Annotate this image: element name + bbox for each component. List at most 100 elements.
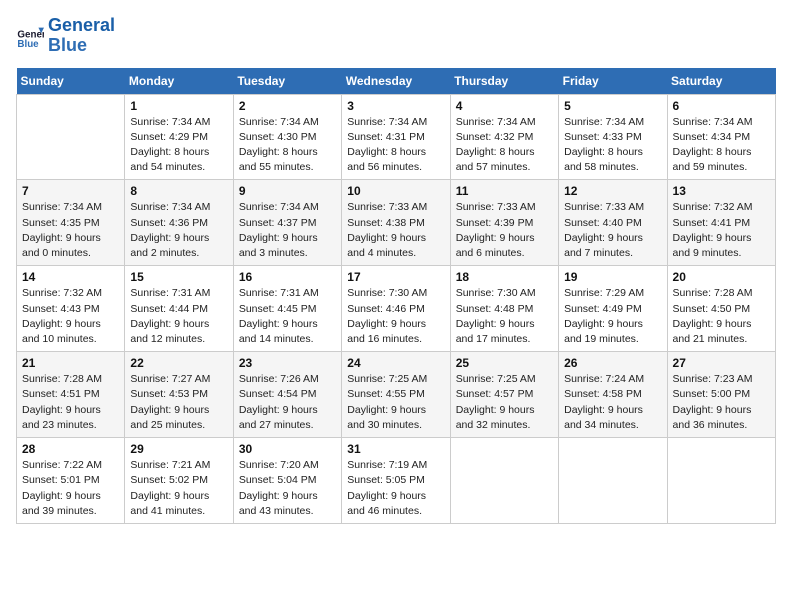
day-info: Sunrise: 7:34 AMSunset: 4:30 PMDaylight:…	[239, 115, 336, 176]
page-header: General Blue GeneralBlue	[16, 16, 776, 56]
day-info: Sunrise: 7:23 AMSunset: 5:00 PMDaylight:…	[673, 372, 770, 433]
day-info: Sunrise: 7:34 AMSunset: 4:31 PMDaylight:…	[347, 115, 444, 176]
day-cell: 12Sunrise: 7:33 AMSunset: 4:40 PMDayligh…	[559, 180, 667, 266]
week-row-2: 7 Sunrise: 7:34 AMSunset: 4:35 PMDaylight…	[17, 180, 776, 266]
day-cell: 18Sunrise: 7:30 AMSunset: 4:48 PMDayligh…	[450, 266, 558, 352]
day-number: 31	[347, 442, 444, 456]
day-info: Sunrise: 7:19 AMSunset: 5:05 PMDaylight:…	[347, 458, 444, 519]
day-cell: 10Sunrise: 7:33 AMSunset: 4:38 PMDayligh…	[342, 180, 450, 266]
day-cell: 15Sunrise: 7:31 AMSunset: 4:44 PMDayligh…	[125, 266, 233, 352]
day-number: 3	[347, 99, 444, 113]
day-cell: 20 Sunrise: 7:28 AMSunset: 4:50 PMDayligh…	[667, 266, 775, 352]
day-cell: 5 Sunrise: 7:34 AMSunset: 4:33 PMDaylight…	[559, 94, 667, 180]
header-row: SundayMondayTuesdayWednesdayThursdayFrid…	[17, 68, 776, 95]
day-cell: 2 Sunrise: 7:34 AMSunset: 4:30 PMDaylight…	[233, 94, 341, 180]
day-cell	[559, 438, 667, 524]
day-number: 18	[456, 270, 553, 284]
day-cell: 26 Sunrise: 7:24 AMSunset: 4:58 PMDayligh…	[559, 352, 667, 438]
day-cell: 8 Sunrise: 7:34 AMSunset: 4:36 PMDaylight…	[125, 180, 233, 266]
day-info: Sunrise: 7:32 AMSunset: 4:41 PMDaylight:…	[673, 200, 770, 261]
day-number: 6	[673, 99, 770, 113]
day-cell: 27Sunrise: 7:23 AMSunset: 5:00 PMDayligh…	[667, 352, 775, 438]
day-number: 10	[347, 184, 444, 198]
day-info: Sunrise: 7:24 AMSunset: 4:58 PMDaylight:…	[564, 372, 661, 433]
day-cell	[667, 438, 775, 524]
day-info: Sunrise: 7:28 AMSunset: 4:50 PMDaylight:…	[673, 286, 770, 347]
day-number: 24	[347, 356, 444, 370]
day-number: 13	[673, 184, 770, 198]
day-cell: 7 Sunrise: 7:34 AMSunset: 4:35 PMDaylight…	[17, 180, 125, 266]
day-number: 7	[22, 184, 119, 198]
day-info: Sunrise: 7:34 AMSunset: 4:32 PMDaylight:…	[456, 115, 553, 176]
day-cell: 14 Sunrise: 7:32 AMSunset: 4:43 PMDayligh…	[17, 266, 125, 352]
week-row-1: 1 Sunrise: 7:34 AMSunset: 4:29 PMDaylight…	[17, 94, 776, 180]
day-number: 17	[347, 270, 444, 284]
day-number: 9	[239, 184, 336, 198]
day-number: 4	[456, 99, 553, 113]
day-info: Sunrise: 7:34 AMSunset: 4:37 PMDaylight:…	[239, 200, 336, 261]
day-cell: 23 Sunrise: 7:26 AMSunset: 4:54 PMDayligh…	[233, 352, 341, 438]
day-number: 20	[673, 270, 770, 284]
day-number: 2	[239, 99, 336, 113]
day-number: 14	[22, 270, 119, 284]
day-cell: 9 Sunrise: 7:34 AMSunset: 4:37 PMDaylight…	[233, 180, 341, 266]
day-info: Sunrise: 7:30 AMSunset: 4:46 PMDaylight:…	[347, 286, 444, 347]
col-header-friday: Friday	[559, 68, 667, 95]
day-cell: 1 Sunrise: 7:34 AMSunset: 4:29 PMDaylight…	[125, 94, 233, 180]
day-info: Sunrise: 7:34 AMSunset: 4:35 PMDaylight:…	[22, 200, 119, 261]
day-info: Sunrise: 7:34 AMSunset: 4:34 PMDaylight:…	[673, 115, 770, 176]
day-cell: 16 Sunrise: 7:31 AMSunset: 4:45 PMDayligh…	[233, 266, 341, 352]
day-info: Sunrise: 7:28 AMSunset: 4:51 PMDaylight:…	[22, 372, 119, 433]
logo-text: GeneralBlue	[48, 16, 115, 56]
day-number: 15	[130, 270, 227, 284]
col-header-wednesday: Wednesday	[342, 68, 450, 95]
col-header-saturday: Saturday	[667, 68, 775, 95]
day-info: Sunrise: 7:34 AMSunset: 4:33 PMDaylight:…	[564, 115, 661, 176]
day-cell: 6 Sunrise: 7:34 AMSunset: 4:34 PMDaylight…	[667, 94, 775, 180]
day-number: 11	[456, 184, 553, 198]
svg-text:Blue: Blue	[17, 39, 39, 50]
day-cell: 13 Sunrise: 7:32 AMSunset: 4:41 PMDayligh…	[667, 180, 775, 266]
day-info: Sunrise: 7:31 AMSunset: 4:45 PMDaylight:…	[239, 286, 336, 347]
col-header-sunday: Sunday	[17, 68, 125, 95]
day-number: 28	[22, 442, 119, 456]
day-info: Sunrise: 7:26 AMSunset: 4:54 PMDaylight:…	[239, 372, 336, 433]
day-number: 26	[564, 356, 661, 370]
day-cell: 4 Sunrise: 7:34 AMSunset: 4:32 PMDaylight…	[450, 94, 558, 180]
week-row-4: 21 Sunrise: 7:28 AMSunset: 4:51 PMDayligh…	[17, 352, 776, 438]
day-info: Sunrise: 7:34 AMSunset: 4:36 PMDaylight:…	[130, 200, 227, 261]
week-row-5: 28 Sunrise: 7:22 AMSunset: 5:01 PMDayligh…	[17, 438, 776, 524]
day-cell: 24Sunrise: 7:25 AMSunset: 4:55 PMDayligh…	[342, 352, 450, 438]
day-number: 22	[130, 356, 227, 370]
day-number: 8	[130, 184, 227, 198]
col-header-thursday: Thursday	[450, 68, 558, 95]
day-number: 5	[564, 99, 661, 113]
logo: General Blue GeneralBlue	[16, 16, 115, 56]
day-info: Sunrise: 7:21 AMSunset: 5:02 PMDaylight:…	[130, 458, 227, 519]
day-info: Sunrise: 7:27 AMSunset: 4:53 PMDaylight:…	[130, 372, 227, 433]
day-number: 21	[22, 356, 119, 370]
day-number: 30	[239, 442, 336, 456]
day-cell: 21 Sunrise: 7:28 AMSunset: 4:51 PMDayligh…	[17, 352, 125, 438]
col-header-tuesday: Tuesday	[233, 68, 341, 95]
day-cell: 19 Sunrise: 7:29 AMSunset: 4:49 PMDayligh…	[559, 266, 667, 352]
day-cell	[17, 94, 125, 180]
day-number: 1	[130, 99, 227, 113]
day-info: Sunrise: 7:32 AMSunset: 4:43 PMDaylight:…	[22, 286, 119, 347]
day-number: 29	[130, 442, 227, 456]
day-info: Sunrise: 7:29 AMSunset: 4:49 PMDaylight:…	[564, 286, 661, 347]
day-number: 16	[239, 270, 336, 284]
day-info: Sunrise: 7:34 AMSunset: 4:29 PMDaylight:…	[130, 115, 227, 176]
day-cell: 30 Sunrise: 7:20 AMSunset: 5:04 PMDayligh…	[233, 438, 341, 524]
day-number: 23	[239, 356, 336, 370]
day-cell: 22 Sunrise: 7:27 AMSunset: 4:53 PMDayligh…	[125, 352, 233, 438]
day-info: Sunrise: 7:25 AMSunset: 4:57 PMDaylight:…	[456, 372, 553, 433]
day-number: 19	[564, 270, 661, 284]
week-row-3: 14 Sunrise: 7:32 AMSunset: 4:43 PMDayligh…	[17, 266, 776, 352]
day-info: Sunrise: 7:20 AMSunset: 5:04 PMDaylight:…	[239, 458, 336, 519]
day-cell: 31 Sunrise: 7:19 AMSunset: 5:05 PMDayligh…	[342, 438, 450, 524]
day-cell: 11Sunrise: 7:33 AMSunset: 4:39 PMDayligh…	[450, 180, 558, 266]
day-cell: 3 Sunrise: 7:34 AMSunset: 4:31 PMDaylight…	[342, 94, 450, 180]
day-cell: 17 Sunrise: 7:30 AMSunset: 4:46 PMDayligh…	[342, 266, 450, 352]
day-info: Sunrise: 7:22 AMSunset: 5:01 PMDaylight:…	[22, 458, 119, 519]
